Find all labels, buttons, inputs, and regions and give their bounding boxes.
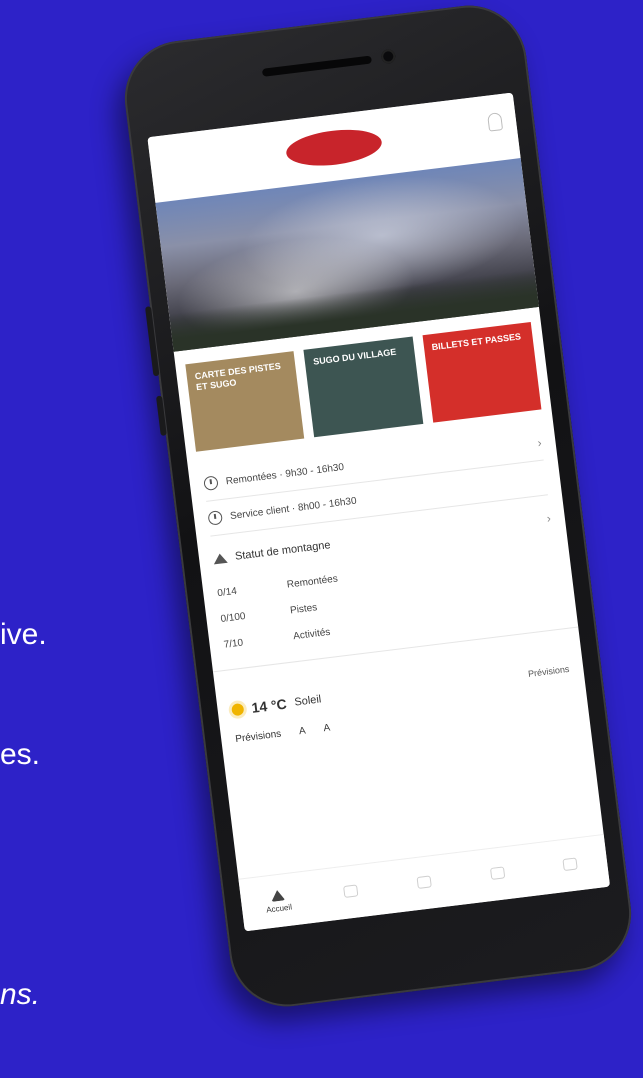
chevron-right-icon: › xyxy=(545,511,552,526)
mountain-icon xyxy=(212,552,228,565)
volume-button xyxy=(145,306,160,377)
forecast-value-b: A xyxy=(322,722,331,735)
weather-condition: Soleil xyxy=(293,693,322,709)
status-count: 0/100 xyxy=(219,610,247,625)
tab-3[interactable] xyxy=(385,853,464,914)
map-icon xyxy=(343,883,359,898)
bell-icon[interactable] xyxy=(487,112,504,132)
phone-mockup: CARTE DES PISTES ET SUGO SUGO DU VILLAGE… xyxy=(118,0,638,1013)
calendar-icon xyxy=(489,865,505,880)
feature-text-1: ive. xyxy=(0,618,47,651)
status-label: Pistes xyxy=(289,601,318,616)
brand-logo[interactable] xyxy=(284,124,384,171)
ticket-icon xyxy=(416,874,432,889)
forecast-label: Prévisions xyxy=(234,728,282,746)
feature-text-3: ns. xyxy=(0,978,41,1011)
tab-2[interactable] xyxy=(312,862,391,923)
phone-speaker xyxy=(261,55,373,77)
chevron-right-icon: › xyxy=(536,435,543,451)
feature-text-2: es. xyxy=(0,738,41,771)
hours-label: Service client · 8h00 - 16h30 xyxy=(229,495,358,522)
phone-camera xyxy=(380,48,397,65)
tab-4[interactable] xyxy=(458,844,537,905)
tab-label: Accueil xyxy=(265,902,293,915)
clock-icon xyxy=(207,510,224,526)
status-count: 7/10 xyxy=(223,636,244,651)
forecast-value-a: A xyxy=(298,725,307,738)
tile-village[interactable]: SUGO DU VILLAGE xyxy=(303,336,423,438)
sun-icon xyxy=(231,702,245,717)
status-title: Statut de montagne xyxy=(234,539,332,563)
bottom-tab-bar: Accueil xyxy=(238,833,611,932)
tab-home[interactable]: Accueil xyxy=(239,871,318,932)
power-button xyxy=(155,395,167,436)
mountain-icon xyxy=(269,888,286,902)
menu-icon xyxy=(562,856,578,871)
app-screen: CARTE DES PISTES ET SUGO SUGO DU VILLAGE… xyxy=(147,92,611,932)
tile-trail-map[interactable]: CARTE DES PISTES ET SUGO xyxy=(185,351,305,452)
tile-tickets[interactable]: BILLETS ET PASSES xyxy=(422,322,542,423)
status-label: Activités xyxy=(292,626,331,642)
tab-5[interactable] xyxy=(531,835,610,896)
clock-icon xyxy=(203,475,219,491)
hours-label: Remontées · 9h30 - 16h30 xyxy=(225,461,345,487)
status-count: 0/14 xyxy=(216,585,238,599)
status-label: Remontées xyxy=(286,572,339,591)
